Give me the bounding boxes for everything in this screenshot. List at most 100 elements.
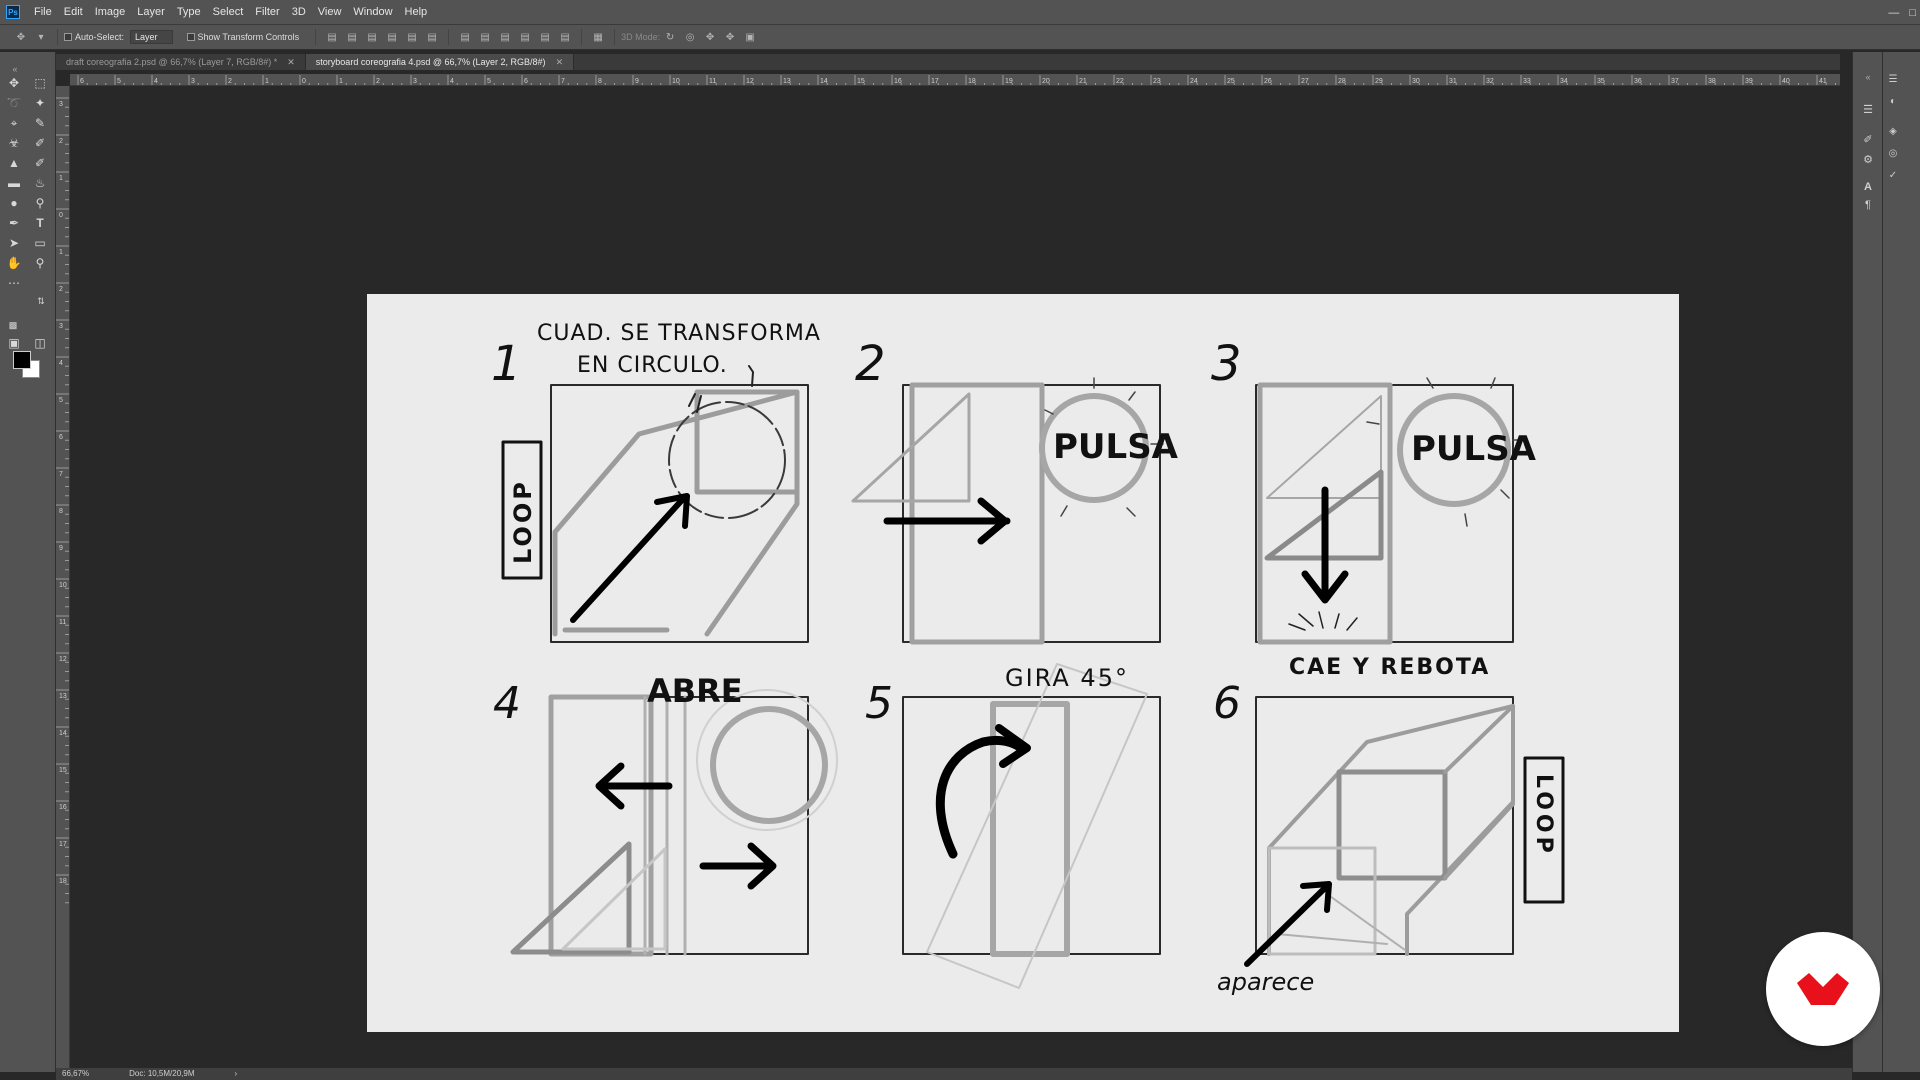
distribute-vcenter-icon[interactable]: ▤	[478, 31, 492, 43]
menu-type[interactable]: Type	[171, 0, 207, 25]
paths-icon: ✓	[1888, 169, 1898, 181]
align-bottom-icon[interactable]: ▤	[365, 31, 379, 43]
3d-roll-icon[interactable]: ◎	[683, 31, 697, 43]
foreground-color-swatch[interactable]	[13, 351, 31, 369]
3d-drag-icon[interactable]: ✥	[703, 31, 717, 43]
ruler-tick-label: 10	[672, 78, 680, 85]
pen-tool-icon[interactable]: ✒	[5, 214, 23, 232]
menu-file[interactable]: File	[28, 0, 58, 25]
brush-tool-icon[interactable]: ✐	[31, 134, 49, 152]
ruler-tick-label: 1	[265, 78, 269, 85]
3d-scale-icon[interactable]: ▣	[743, 31, 757, 43]
menu-filter[interactable]: Filter	[249, 0, 285, 25]
crop-tool-icon[interactable]: ⌖	[5, 114, 23, 132]
transform-note-line1: CUAD. SE TRANSFORMA	[537, 321, 821, 346]
status-bar: 66,67% Doc: 10,5M/20,9M ›	[56, 1068, 1852, 1080]
menu-edit[interactable]: Edit	[58, 0, 89, 25]
paths-panel-button[interactable]: ✓	[1887, 166, 1920, 184]
auto-align-icon[interactable]: ▦	[591, 31, 605, 43]
document-canvas[interactable]: 1 2 3 4 5 6 CUAD. SE TRANSFORMA EN CIRCU…	[367, 294, 1679, 1032]
healing-brush-tool-icon[interactable]: ☣	[5, 134, 23, 152]
properties-panel-button[interactable]: ☰	[1887, 70, 1920, 88]
ruler-tick-label: 16	[894, 78, 902, 85]
menu-3d[interactable]: 3D	[286, 0, 312, 25]
ruler-tick-label: 28	[1338, 78, 1346, 85]
align-right-icon[interactable]: ▤	[425, 31, 439, 43]
menu-layer[interactable]: Layer	[131, 0, 171, 25]
distribute-bottom-icon[interactable]: ▤	[498, 31, 512, 43]
photoshop-logo-icon[interactable]: Ps	[6, 5, 20, 19]
history-brush-tool-icon[interactable]: ✐	[31, 154, 49, 172]
clone-stamp-tool-icon[interactable]: ▲	[5, 154, 23, 172]
type-tool-icon[interactable]: T	[31, 214, 49, 232]
character-panel-icon[interactable]: A	[1861, 180, 1875, 194]
move-tool-icon[interactable]: ✥	[14, 31, 28, 43]
close-icon[interactable]: ✕	[287, 54, 295, 70]
eyedropper-tool-icon[interactable]: ✎	[31, 114, 49, 132]
panel-number-3: 3	[1211, 336, 1242, 392]
show-transform-checkbox[interactable]	[186, 33, 195, 41]
swap-colors-icon[interactable]: ⇅	[32, 292, 50, 310]
auto-select-dropdown[interactable]: Layer	[130, 30, 173, 44]
chevron-down-icon[interactable]: ▾	[34, 31, 48, 43]
ruler-tick-label: 6	[524, 78, 528, 85]
distribute-hcenter-icon[interactable]: ▤	[538, 31, 552, 43]
3d-slide-icon[interactable]: ✥	[723, 31, 737, 43]
paint-bucket-tool-icon[interactable]: ♨	[31, 174, 49, 192]
align-top-icon[interactable]: ▤	[325, 31, 339, 43]
distribute-right-icon[interactable]: ▤	[558, 31, 572, 43]
dodge-tool-icon[interactable]: ⚲	[31, 194, 49, 212]
menu-image[interactable]: Image	[89, 0, 132, 25]
menu-select[interactable]: Select	[207, 0, 250, 25]
menu-help[interactable]: Help	[399, 0, 434, 25]
restore-icon[interactable]: □	[1909, 7, 1916, 19]
align-hcenter-icon[interactable]: ▤	[405, 31, 419, 43]
auto-select-checkbox[interactable]	[64, 33, 72, 41]
close-icon[interactable]: ✕	[556, 54, 564, 70]
show-transform-label: Show Transform Controls	[197, 32, 300, 42]
history-panel-icon[interactable]: ☰	[1861, 102, 1875, 116]
panel-number-4: 4	[493, 678, 521, 729]
channels-panel-button[interactable]: ◎	[1887, 144, 1920, 162]
zoom-level[interactable]: 66,67%	[62, 1068, 89, 1080]
eraser-tool-icon[interactable]: ▬	[5, 174, 23, 192]
expand-panels-icon[interactable]: «	[1861, 70, 1875, 84]
blur-tool-icon[interactable]: ●	[5, 194, 23, 212]
ruler-tick-label: 1	[339, 78, 343, 85]
brushes-panel-icon[interactable]: ⚙	[1861, 152, 1875, 166]
panel-dock: ☰ ◐ ◈ ◎ ✓	[1882, 52, 1920, 1072]
ruler-tick-label: 9	[59, 545, 63, 552]
document-size[interactable]: Doc: 10,5M/20,9M	[129, 1068, 194, 1080]
minimize-icon[interactable]: —	[1888, 7, 1899, 19]
default-colors-icon[interactable]: ▩	[4, 316, 22, 334]
move-tool-icon[interactable]: ✥	[5, 74, 23, 92]
zoom-tool-icon[interactable]: ⚲	[31, 254, 49, 272]
chevron-right-icon[interactable]: ›	[235, 1068, 238, 1080]
layers-panel-button[interactable]: ◈	[1887, 122, 1920, 140]
brush-settings-icon[interactable]: ✐	[1861, 132, 1875, 146]
ruler-tick-label: 13	[783, 78, 791, 85]
path-selection-tool-icon[interactable]: ➤	[5, 234, 23, 252]
paragraph-panel-icon[interactable]: ¶	[1861, 198, 1875, 212]
distribute-left-icon[interactable]: ▤	[518, 31, 532, 43]
tab-storyboard-coreografia[interactable]: storyboard coreografia 4.psd @ 66,7% (La…	[305, 54, 575, 70]
adjustments-panel-button[interactable]: ◐	[1887, 92, 1920, 110]
align-left-icon[interactable]: ▤	[385, 31, 399, 43]
menu-window[interactable]: Window	[347, 0, 398, 25]
canvas-area[interactable]: 1 2 3 4 5 6 CUAD. SE TRANSFORMA EN CIRCU…	[70, 86, 1840, 1068]
marquee-tool-icon[interactable]: ⬚	[31, 74, 49, 92]
magic-wand-tool-icon[interactable]: ✦	[31, 94, 49, 112]
quick-mask-icon[interactable]: ▣	[5, 334, 23, 352]
panel-4-sketch	[510, 689, 838, 957]
distribute-top-icon[interactable]: ▤	[458, 31, 472, 43]
ruler-tick-label: 33	[1523, 78, 1531, 85]
lasso-tool-icon[interactable]: ➰	[5, 94, 23, 112]
screen-mode-icon[interactable]: ◫	[31, 334, 49, 352]
more-tools-icon[interactable]: ⋯	[5, 274, 23, 292]
rectangle-tool-icon[interactable]: ▭	[31, 234, 49, 252]
align-vcenter-icon[interactable]: ▤	[345, 31, 359, 43]
hand-tool-icon[interactable]: ✋	[5, 254, 23, 272]
menu-view[interactable]: View	[312, 0, 348, 25]
3d-rotate-icon[interactable]: ↻	[663, 31, 677, 43]
tab-draft-coreografia[interactable]: draft coreografia 2.psd @ 66,7% (Layer 7…	[56, 54, 306, 70]
